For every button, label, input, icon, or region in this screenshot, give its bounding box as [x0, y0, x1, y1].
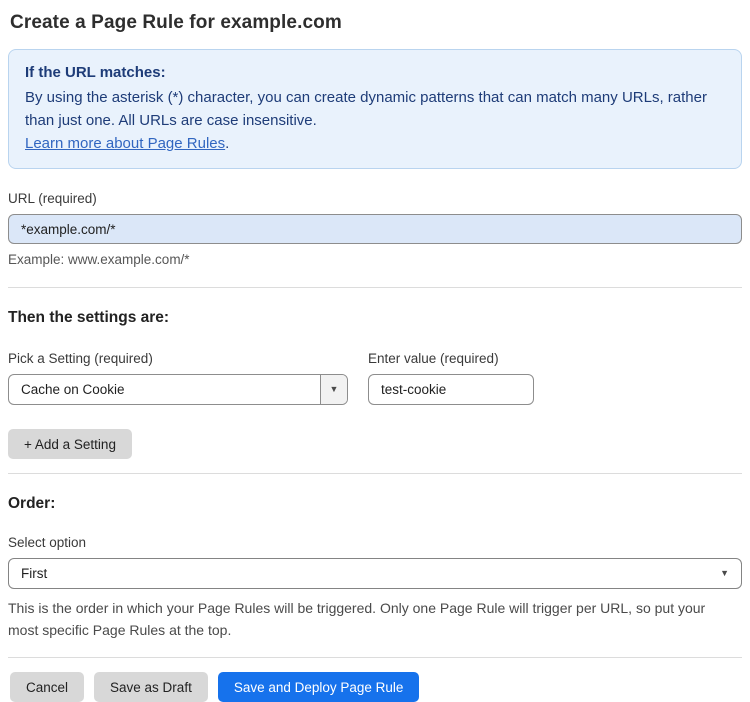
form-actions: Cancel Save as Draft Save and Deploy Pag… [8, 672, 742, 702]
setting-value-column: Enter value (required) [368, 327, 534, 405]
url-example-text: Example: www.example.com/* [8, 252, 190, 267]
chevron-down-icon: ▼ [720, 568, 729, 578]
url-match-info-box: If the URL matches: By using the asteris… [8, 49, 742, 169]
info-link-line: Learn more about Page Rules. [25, 132, 725, 155]
order-select-label: Select option [8, 535, 87, 550]
cancel-button[interactable]: Cancel [10, 672, 85, 702]
url-field-label: URL (required) [8, 191, 97, 206]
order-select-value: First [21, 566, 48, 581]
setting-select-value: Cache on Cookie [21, 382, 125, 397]
page-title: Create a Page Rule for example.com [10, 12, 342, 33]
info-box-heading: If the URL matches: [25, 64, 166, 81]
chevron-down-icon: ▼ [329, 384, 339, 394]
divider [8, 287, 742, 288]
link-suffix: . [225, 135, 230, 152]
save-and-deploy-button[interactable]: Save and Deploy Page Rule [217, 672, 420, 702]
setting-picker-label: Pick a Setting (required) [8, 351, 153, 366]
add-setting-button[interactable]: + Add a Setting [8, 429, 132, 459]
page-rule-form: Create a Page Rule for example.com If th… [0, 0, 750, 702]
setting-select[interactable]: Cache on Cookie ▼ [8, 374, 348, 405]
setting-value-input[interactable] [368, 374, 534, 405]
divider [8, 473, 742, 474]
order-select[interactable]: First ▼ [8, 558, 742, 589]
save-as-draft-button[interactable]: Save as Draft [94, 672, 208, 702]
settings-section-heading: Then the settings are: [8, 309, 170, 326]
settings-row: Pick a Setting (required) Cache on Cooki… [8, 327, 742, 405]
setting-value-label: Enter value (required) [368, 351, 499, 366]
url-input[interactable] [8, 214, 742, 244]
divider [8, 657, 742, 658]
order-helper-text: This is the order in which your Page Rul… [8, 600, 706, 638]
learn-more-link[interactable]: Learn more about Page Rules [25, 135, 225, 152]
info-box-body: By using the asterisk (*) character, you… [25, 89, 707, 129]
setting-select-arrow-button[interactable]: ▼ [320, 375, 347, 404]
order-section-heading: Order: [8, 495, 56, 512]
setting-picker-column: Pick a Setting (required) Cache on Cooki… [8, 327, 348, 405]
